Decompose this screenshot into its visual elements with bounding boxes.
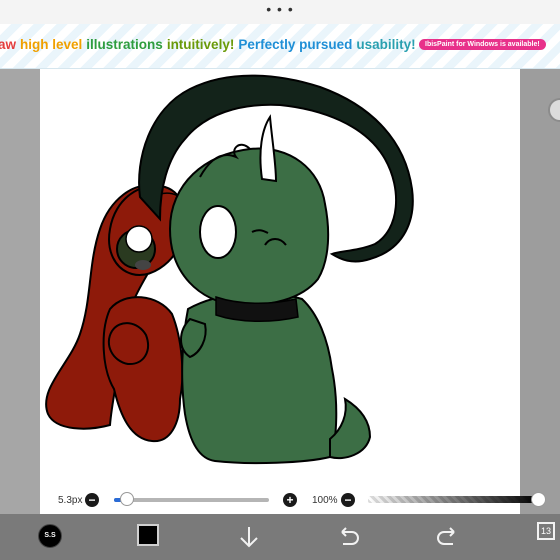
brush-controls: 5.3px − + 100% − [40,487,546,513]
banner-word: usability! [356,37,416,52]
more-menu-icon[interactable]: • • • [0,2,560,16]
top-bar: • • • [0,0,560,24]
green-character-eye [199,205,237,259]
brush-size-slider-handle[interactable] [120,492,134,506]
brush-size-minus-button[interactable]: − [85,493,99,507]
brush-size-label: 5.3px [58,495,83,506]
brush-size-slider[interactable] [114,498,269,502]
brush-preview-icon[interactable]: S.S [38,524,62,548]
red-character-arm [107,322,149,366]
banner-word: aw [0,37,17,52]
banner-badge[interactable]: IbisPaint for Windows is available! [419,39,546,50]
red-character-eye-shine [125,225,153,253]
banner-text: awhigh levelillustrationsintuitively!Per… [0,36,420,54]
banner-word: illustrations [86,37,163,52]
green-character-horn [259,114,278,183]
workspace-left [0,69,40,514]
red-character-body [102,296,184,443]
layers-icon[interactable]: 13 [537,522,555,540]
banner-word: high level [20,37,83,52]
undo-icon[interactable] [334,523,362,551]
bottom-toolbar: S.S [0,514,560,560]
artwork [45,74,414,465]
opacity-label: 100% [312,495,338,506]
down-arrow-icon[interactable] [235,523,263,551]
redo-icon[interactable] [434,523,462,551]
workspace-right [520,69,560,514]
drawing-canvas[interactable] [40,69,520,514]
brush-size-plus-button[interactable]: + [283,493,297,507]
banner-word: intuitively! [166,37,235,52]
color-swatch[interactable] [137,524,159,546]
opacity-minus-button[interactable]: − [341,493,355,507]
opacity-slider-handle[interactable] [531,492,546,507]
green-character-head [168,147,330,307]
banner-word: Perfectly pursued [238,37,353,52]
red-character-eye-dot [135,260,151,270]
opacity-slider[interactable] [368,496,538,503]
